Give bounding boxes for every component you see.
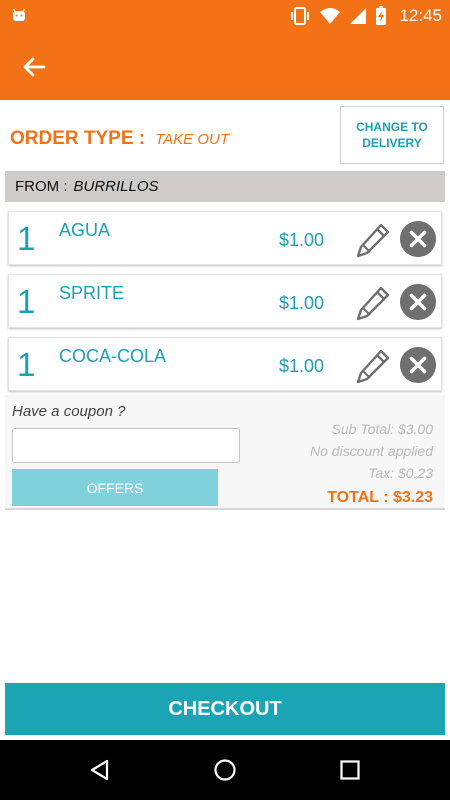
edit-pencil-icon[interactable] [354,221,392,259]
change-to-delivery-button[interactable]: CHANGE TO DELIVERY [340,106,444,164]
change-to-delivery-label: CHANGE TO DELIVERY [356,120,428,150]
from-bar: FROM : BURRILLOS [5,171,445,202]
nav-back-icon[interactable] [88,758,112,782]
edit-pencil-icon[interactable] [354,284,392,322]
system-nav-bar [0,740,450,800]
offers-button[interactable]: OFFERS [12,469,218,506]
item-name: AGUA [59,220,111,240]
discount-text: No discount applied [310,443,433,459]
checkout-button[interactable]: CHECKOUT [5,683,445,735]
item-quantity: 1 [17,283,36,320]
restaurant-name: BURRILLOS [73,178,159,195]
edit-pencil-icon[interactable] [354,347,392,385]
back-arrow-icon[interactable] [20,53,50,81]
nav-home-icon[interactable] [213,758,237,782]
item-price: $1.00 [279,356,325,376]
order-type-label: ORDER TYPE : [10,128,146,149]
coupon-label: Have a coupon ? [12,403,126,420]
item-price: $1.00 [279,293,325,313]
subtotal-text: Sub Total: $3.00 [331,421,433,437]
status-time: 12:45 [399,6,442,25]
cart-item: 1 AGUA $1.00 [8,211,442,265]
coupon-totals-panel: Have a coupon ? OFFERS Sub Total: $3.00 … [5,395,445,510]
item-price: $1.00 [279,230,325,250]
android-icon [12,8,26,21]
signal-icon [350,8,367,24]
battery-charging-icon [376,6,387,25]
tax-text: Tax: $0.23 [368,465,433,481]
wifi-icon [320,8,341,24]
item-name: SPRITE [59,283,125,303]
status-bar: 12:45 [0,0,450,33]
cart-item: 1 COCA-COLA $1.00 [8,337,442,391]
app-bar [0,33,450,100]
remove-item-icon[interactable] [400,347,436,383]
remove-item-icon[interactable] [400,284,436,320]
coupon-input[interactable] [12,428,240,463]
nav-recents-icon[interactable] [338,758,362,782]
order-totals: Sub Total: $3.00 No discount applied Tax… [310,418,433,509]
item-quantity: 1 [17,220,36,257]
vibrate-icon [291,7,310,25]
remove-item-icon[interactable] [400,221,436,257]
from-label: FROM : [15,178,68,195]
order-type-value: TAKE OUT [155,131,230,148]
total-text: TOTAL : $3.23 [327,489,433,506]
cart-item: 1 SPRITE $1.00 [8,274,442,328]
item-quantity: 1 [17,346,36,383]
item-name: COCA-COLA [59,346,167,366]
order-type-row: ORDER TYPE : TAKE OUT [10,128,229,150]
